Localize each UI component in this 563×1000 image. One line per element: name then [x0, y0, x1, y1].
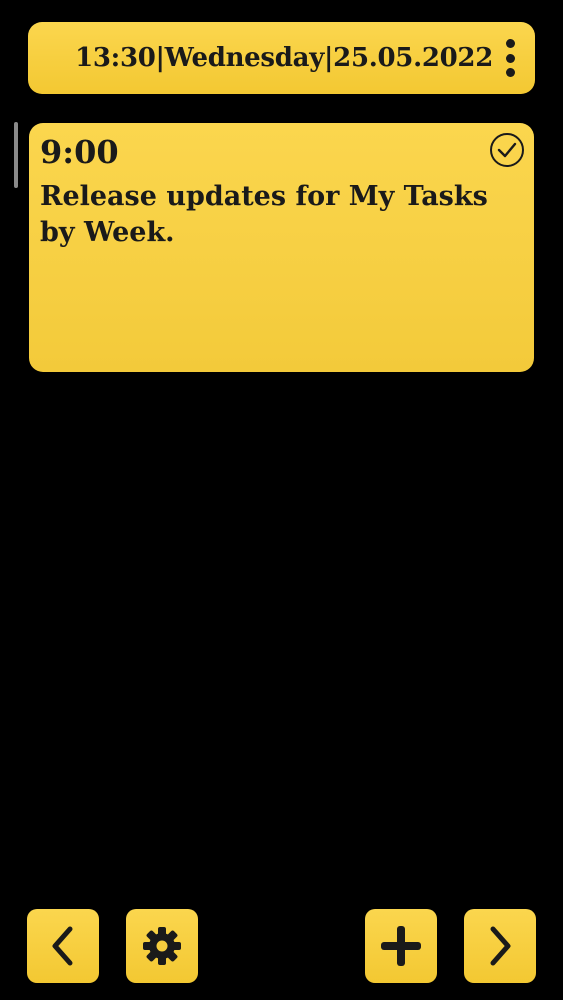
chevron-right-icon: [490, 926, 511, 966]
next-day-button[interactable]: [464, 909, 536, 983]
date-time-label: 13:30|Wednesday|25.05.2022: [75, 43, 493, 73]
gear-icon: [143, 927, 181, 965]
task-card[interactable]: 9:00 Release updates for My Tasks by Wee…: [29, 123, 534, 372]
kebab-dot: [505, 39, 515, 48]
kebab-dot: [505, 53, 515, 63]
task-description: Release updates for My Tasks by Week.: [40, 181, 488, 248]
settings-button[interactable]: [126, 909, 198, 983]
chevron-left-icon: [52, 926, 73, 966]
kebab-dot: [505, 68, 515, 77]
check-circle-icon[interactable]: [490, 133, 524, 167]
previous-day-button[interactable]: [27, 909, 99, 983]
more-vertical-icon[interactable]: [503, 39, 517, 77]
plus-icon: [381, 926, 421, 966]
scrollbar[interactable]: [14, 122, 18, 188]
checkmark-icon: [497, 142, 517, 158]
task-time: 9:00: [40, 133, 119, 171]
add-task-button[interactable]: [365, 909, 437, 983]
date-header: 13:30|Wednesday|25.05.2022: [28, 22, 535, 94]
